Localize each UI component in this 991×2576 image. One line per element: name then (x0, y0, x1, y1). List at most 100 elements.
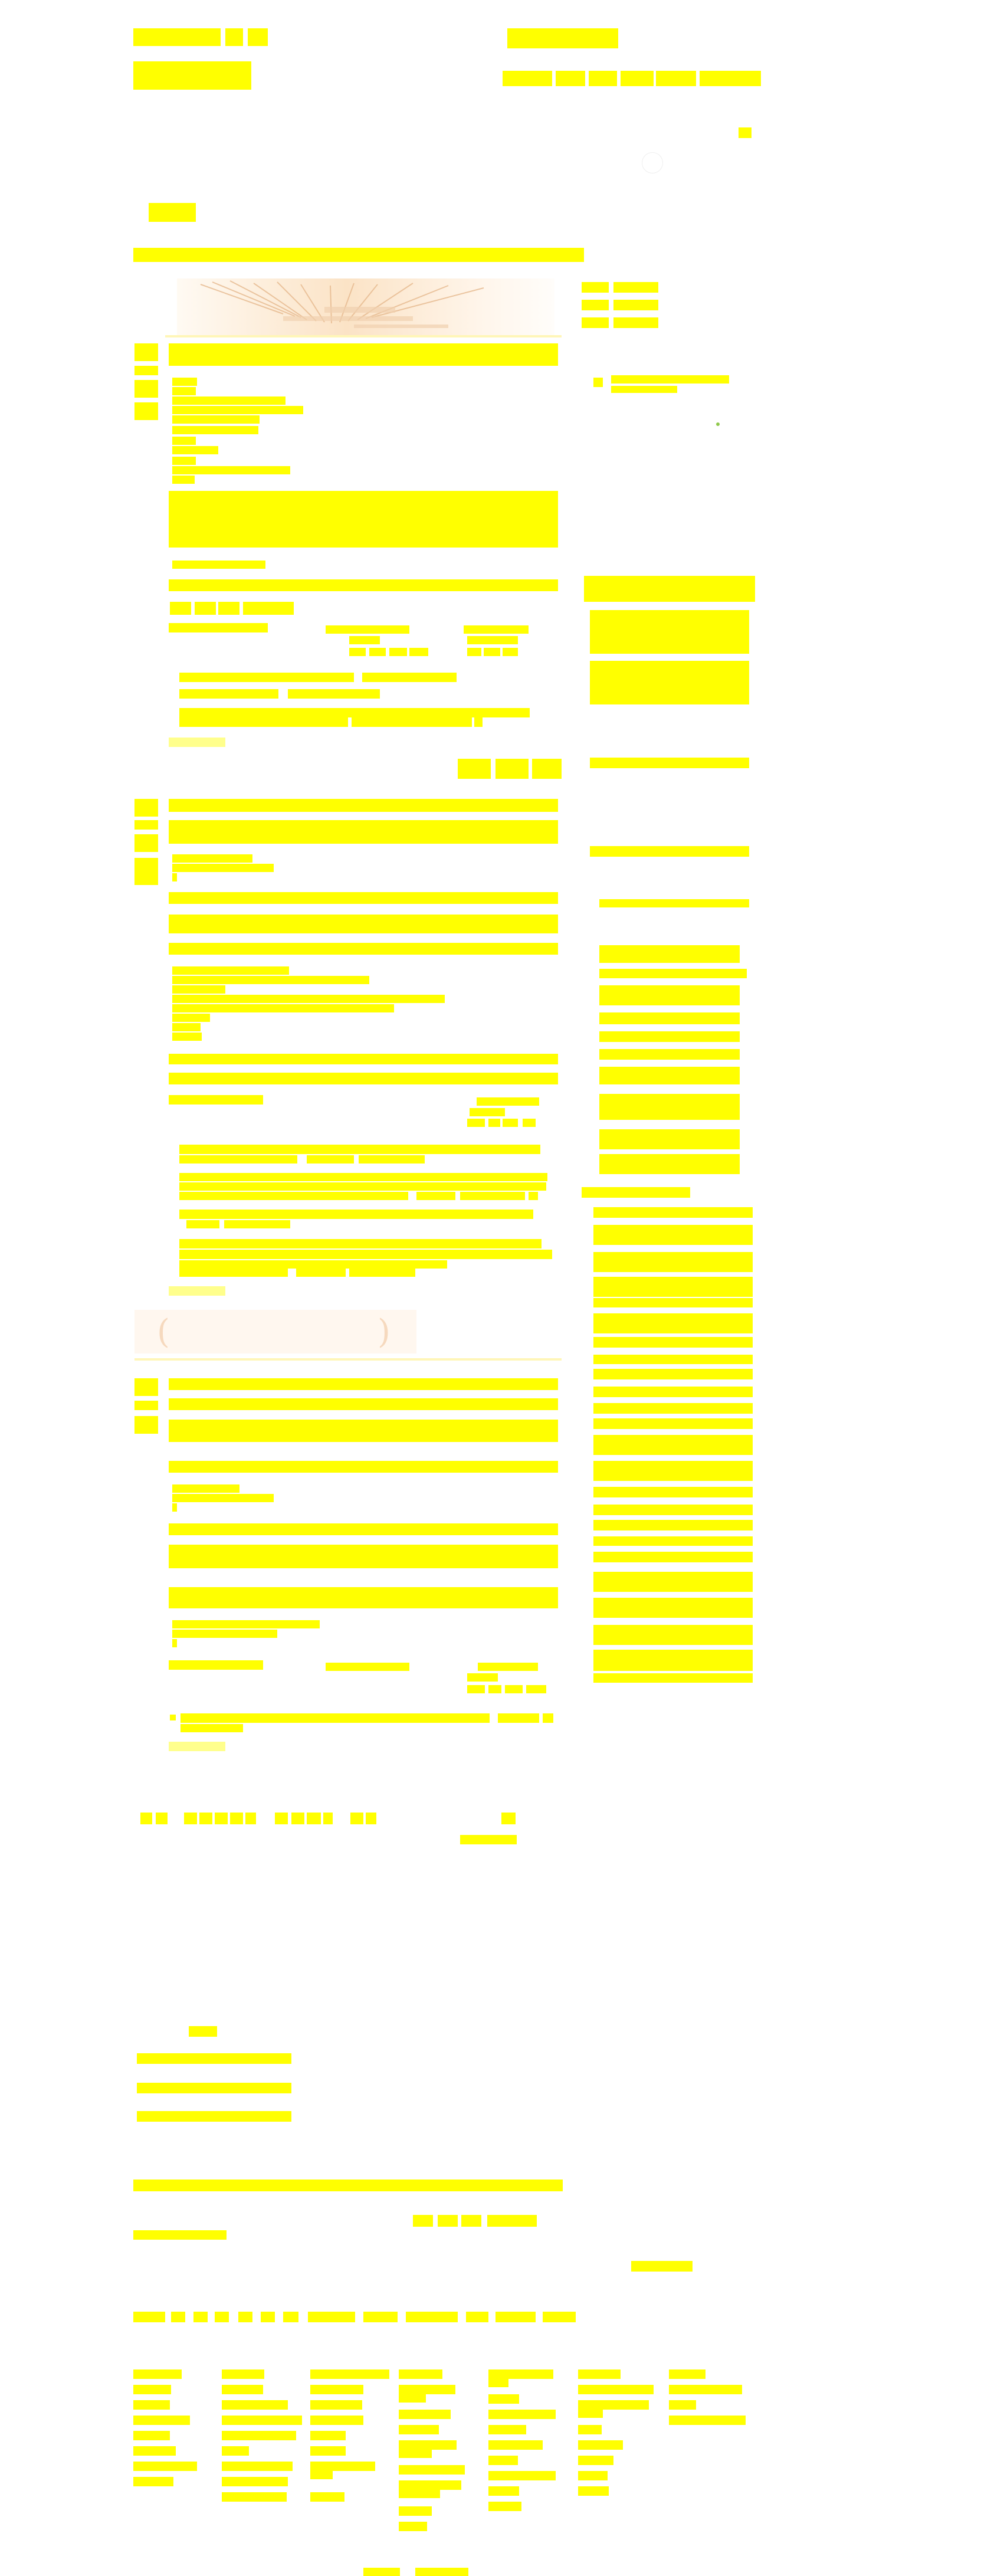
sidebar-link-list-5[interactable] (593, 1298, 753, 1307)
footer-col4-link-12[interactable] (399, 2522, 427, 2531)
footer-col6-link-6[interactable] (578, 2440, 623, 2450)
article3-chip-2[interactable] (488, 1685, 501, 1693)
footer-col5-link-6[interactable] (488, 2440, 543, 2450)
article2-ref-8[interactable] (416, 1192, 455, 1200)
footer-col2-link-3[interactable] (222, 2400, 288, 2410)
footer-col1-link-6[interactable] (133, 2446, 176, 2456)
page-button-8[interactable] (275, 1813, 288, 1824)
footer-col2-link-4[interactable] (222, 2416, 302, 2425)
nav-item-5[interactable] (656, 71, 696, 86)
footer-legal-link-1[interactable] (363, 2568, 400, 2576)
sidebar-link-list-6[interactable] (593, 1313, 753, 1333)
article2-show-more[interactable] (169, 1286, 225, 1296)
article3-chip-4[interactable] (526, 1685, 546, 1693)
sidebar-link-list-1[interactable] (593, 1207, 753, 1218)
article2-ref-19[interactable] (349, 1269, 415, 1277)
site-logo[interactable] (133, 28, 221, 46)
footer-col4-link-9[interactable] (399, 2480, 461, 2490)
article2-icon-1[interactable] (134, 799, 158, 817)
footer-nav-11[interactable] (466, 2312, 488, 2322)
article2-list-5[interactable] (172, 1004, 394, 1012)
reference-line-1[interactable] (179, 673, 354, 682)
footer-legal-link-2[interactable] (415, 2568, 468, 2576)
sidebar-list-item-8[interactable] (599, 1067, 740, 1084)
footer-col7-link-1[interactable] (669, 2369, 705, 2379)
article2-ref-2[interactable] (179, 1155, 297, 1164)
show-more-link[interactable] (169, 738, 225, 747)
footer-col6-link-2[interactable] (578, 2385, 654, 2394)
footer-col3-link-8[interactable] (310, 2471, 333, 2479)
footer-col1-link-1[interactable] (133, 2369, 182, 2379)
article2-list-4[interactable] (172, 995, 445, 1003)
article2-ref-9[interactable] (460, 1192, 525, 1200)
article2-ref-1[interactable] (179, 1145, 540, 1154)
footer-col4-link-3[interactable] (399, 2394, 426, 2403)
article3-show-more[interactable] (169, 1742, 225, 1751)
footer-col5-link-9[interactable] (488, 2486, 519, 2496)
page-button-11[interactable] (323, 1813, 333, 1824)
article3-meta-2[interactable] (172, 1494, 274, 1502)
page-button-5[interactable] (215, 1813, 228, 1824)
article-icon-2[interactable] (134, 366, 158, 375)
meta-line-10[interactable] (172, 466, 290, 474)
pagination-link[interactable] (460, 1835, 517, 1844)
sidebar-list-item-4[interactable] (599, 985, 740, 1005)
footer-nav-10[interactable] (406, 2312, 458, 2322)
sidebar-link-list-12[interactable] (593, 1418, 753, 1429)
sidebar-list-item-1[interactable] (599, 899, 749, 907)
article2-meta-1[interactable] (172, 854, 252, 863)
footer-col2-link-2[interactable] (222, 2385, 263, 2394)
footer-col1-link-2[interactable] (133, 2385, 171, 2394)
page-button-12[interactable] (350, 1813, 363, 1824)
sidebar-link-list-10[interactable] (593, 1387, 753, 1397)
footer-col5-link-2[interactable] (488, 2379, 508, 2387)
footer-col2-link-9[interactable] (222, 2492, 287, 2502)
stat-chip-6[interactable] (484, 648, 500, 656)
header-tag-2[interactable] (248, 28, 268, 46)
tag-button-3[interactable] (218, 602, 239, 615)
footer-col2-link-5[interactable] (222, 2431, 296, 2440)
footer-nav-12[interactable] (496, 2312, 536, 2322)
sidebar-link-list-22[interactable] (593, 1625, 753, 1645)
article3-icon-2[interactable] (134, 1401, 158, 1410)
stat-chip-7[interactable] (503, 648, 518, 656)
footer-col4-link-10[interactable] (399, 2490, 440, 2498)
article3-meta-1[interactable] (172, 1484, 239, 1493)
stat-chip-2[interactable] (369, 648, 386, 656)
article3-ref-3[interactable] (543, 1713, 553, 1723)
footer-col4-link-5[interactable] (399, 2425, 439, 2434)
sidebar-link-list-24[interactable] (593, 1673, 753, 1683)
article-icon-1[interactable] (134, 343, 158, 361)
article2-ref-3[interactable] (307, 1155, 354, 1164)
footer-nav-9[interactable] (363, 2312, 398, 2322)
reference-link-1[interactable] (362, 673, 457, 682)
sidebar-link-list-17[interactable] (593, 1520, 753, 1530)
sidebar-link-label-3[interactable] (582, 317, 609, 328)
sidebar-link-list-3[interactable] (593, 1252, 753, 1272)
footer-link-4[interactable] (487, 2215, 537, 2227)
article2-ref-12[interactable] (186, 1220, 219, 1228)
footer-link-3[interactable] (461, 2215, 481, 2227)
meta-line-3[interactable] (172, 396, 286, 405)
footer-col7-link-3[interactable] (669, 2400, 696, 2410)
footer-col4-link-4[interactable] (399, 2410, 451, 2419)
sidebar-link-list-4[interactable] (593, 1277, 753, 1297)
footer-col6-link-1[interactable] (578, 2369, 621, 2379)
action-button-2[interactable] (496, 759, 529, 779)
reference-line-2[interactable] (179, 689, 278, 699)
article2-icon-4[interactable] (134, 858, 158, 885)
footer-nav-13[interactable] (543, 2312, 576, 2322)
footer-link-2[interactable] (438, 2215, 458, 2227)
related-link-1[interactable] (137, 2053, 291, 2064)
breadcrumb[interactable] (133, 248, 584, 262)
article-icon-3[interactable] (134, 380, 158, 398)
reference-line-3[interactable] (179, 708, 530, 717)
article3-icon-3[interactable] (134, 1416, 158, 1434)
close-icon[interactable] (739, 127, 752, 138)
article2-ref-6[interactable] (179, 1182, 546, 1191)
article3-list-2[interactable] (172, 1630, 277, 1638)
page-button-13[interactable] (366, 1813, 376, 1824)
footer-col3-link-4[interactable] (310, 2416, 363, 2425)
footer-nav-1[interactable] (133, 2312, 165, 2322)
article3-chip-3[interactable] (505, 1685, 523, 1693)
